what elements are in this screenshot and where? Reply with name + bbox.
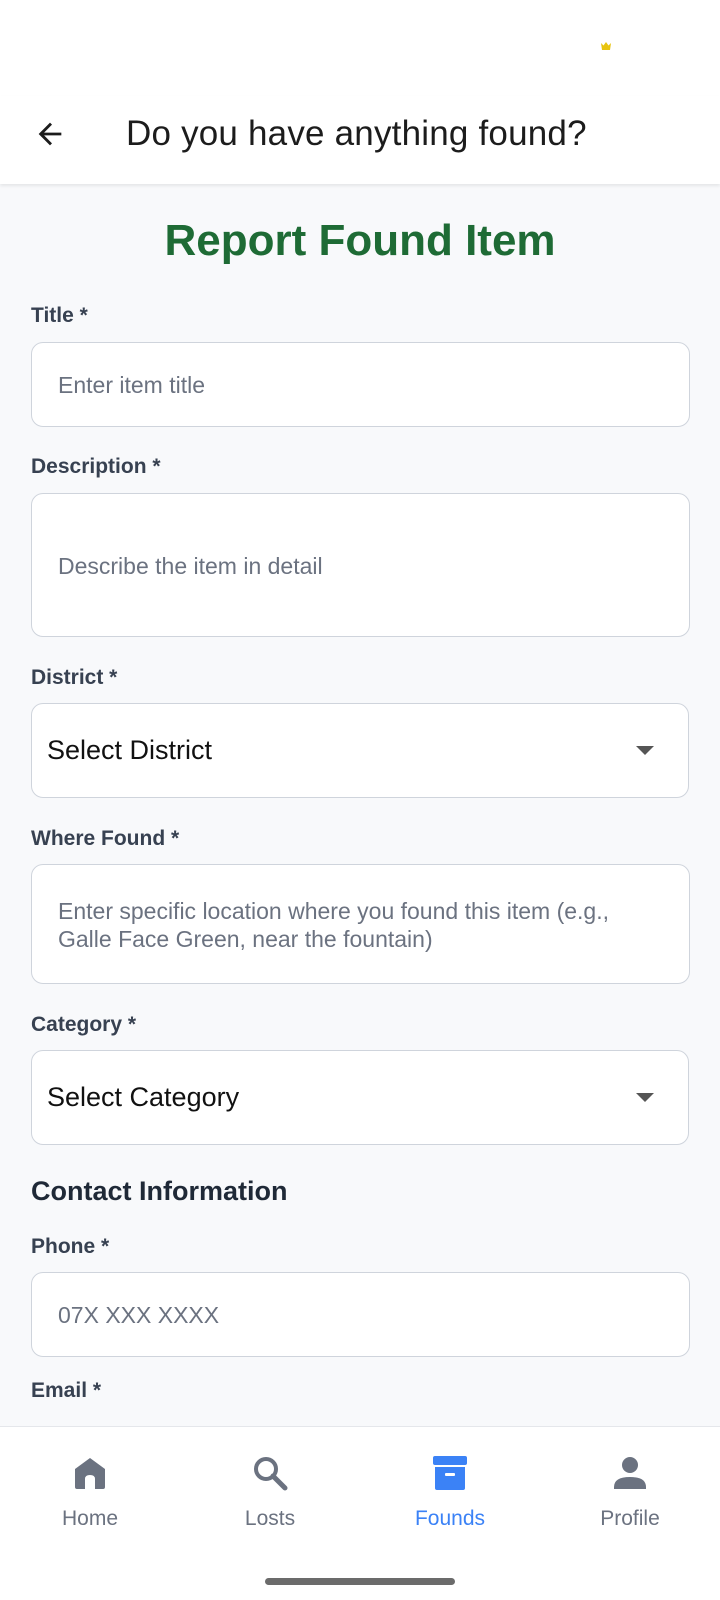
form-heading: Report Found Item — [164, 216, 556, 265]
back-button[interactable] — [26, 110, 74, 158]
nav-label-losts: Losts — [244, 1507, 296, 1530]
nav-label-profile: Profile — [600, 1507, 660, 1530]
nav-item-profile[interactable]: Profile — [540, 1427, 720, 1547]
description-label: Description * — [31, 455, 161, 478]
crown-icon — [601, 42, 611, 50]
title-placeholder: Enter item title — [58, 372, 205, 398]
email-label: Email * — [31, 1379, 102, 1402]
category-label: Category * — [31, 1013, 137, 1036]
category-select[interactable]: Select Category — [31, 1050, 689, 1145]
status-bar — [0, 0, 720, 96]
phone-input[interactable]: 07X XXX XXXX — [31, 1272, 690, 1357]
where-found-input[interactable]: Enter specific location where you found … — [31, 864, 690, 984]
archive-box-icon — [433, 1456, 467, 1490]
nav-item-losts[interactable]: Losts — [180, 1427, 360, 1547]
category-select-value: Select Category — [47, 1082, 240, 1112]
nav-label-home: Home — [61, 1507, 119, 1530]
phone-placeholder: 07X XXX XXXX — [58, 1302, 220, 1328]
district-label: District * — [31, 666, 118, 689]
app-bar: Do you have anything found? — [0, 96, 720, 184]
description-placeholder: Describe the item in detail — [58, 553, 323, 579]
bottom-nav: Home Losts Founds Profile — [0, 1426, 720, 1600]
page-title: Do you have anything found? — [126, 114, 587, 153]
form-content[interactable]: Report Found Item Title * Enter item tit… — [0, 184, 720, 1426]
person-icon — [614, 1457, 646, 1489]
nav-item-founds[interactable]: Founds — [360, 1427, 540, 1547]
nav-label-founds: Founds — [414, 1507, 486, 1530]
arrow-left-icon — [38, 122, 62, 146]
where-found-label: Where Found * — [31, 827, 180, 850]
title-input[interactable]: Enter item title — [31, 342, 690, 427]
home-icon — [75, 1458, 105, 1489]
chevron-down-icon — [636, 746, 654, 755]
district-select-value: Select District — [47, 735, 213, 765]
phone-label: Phone * — [31, 1235, 110, 1258]
search-icon — [254, 1457, 288, 1491]
description-input[interactable]: Describe the item in detail — [31, 493, 690, 637]
nav-item-home[interactable]: Home — [0, 1427, 180, 1547]
home-indicator[interactable] — [265, 1578, 455, 1585]
contact-section-heading: Contact Information — [31, 1176, 288, 1206]
chevron-down-icon — [636, 1093, 654, 1102]
where-found-placeholder: Enter specific location where you found … — [58, 898, 610, 952]
title-label: Title * — [31, 304, 88, 327]
district-select[interactable]: Select District — [31, 703, 689, 798]
